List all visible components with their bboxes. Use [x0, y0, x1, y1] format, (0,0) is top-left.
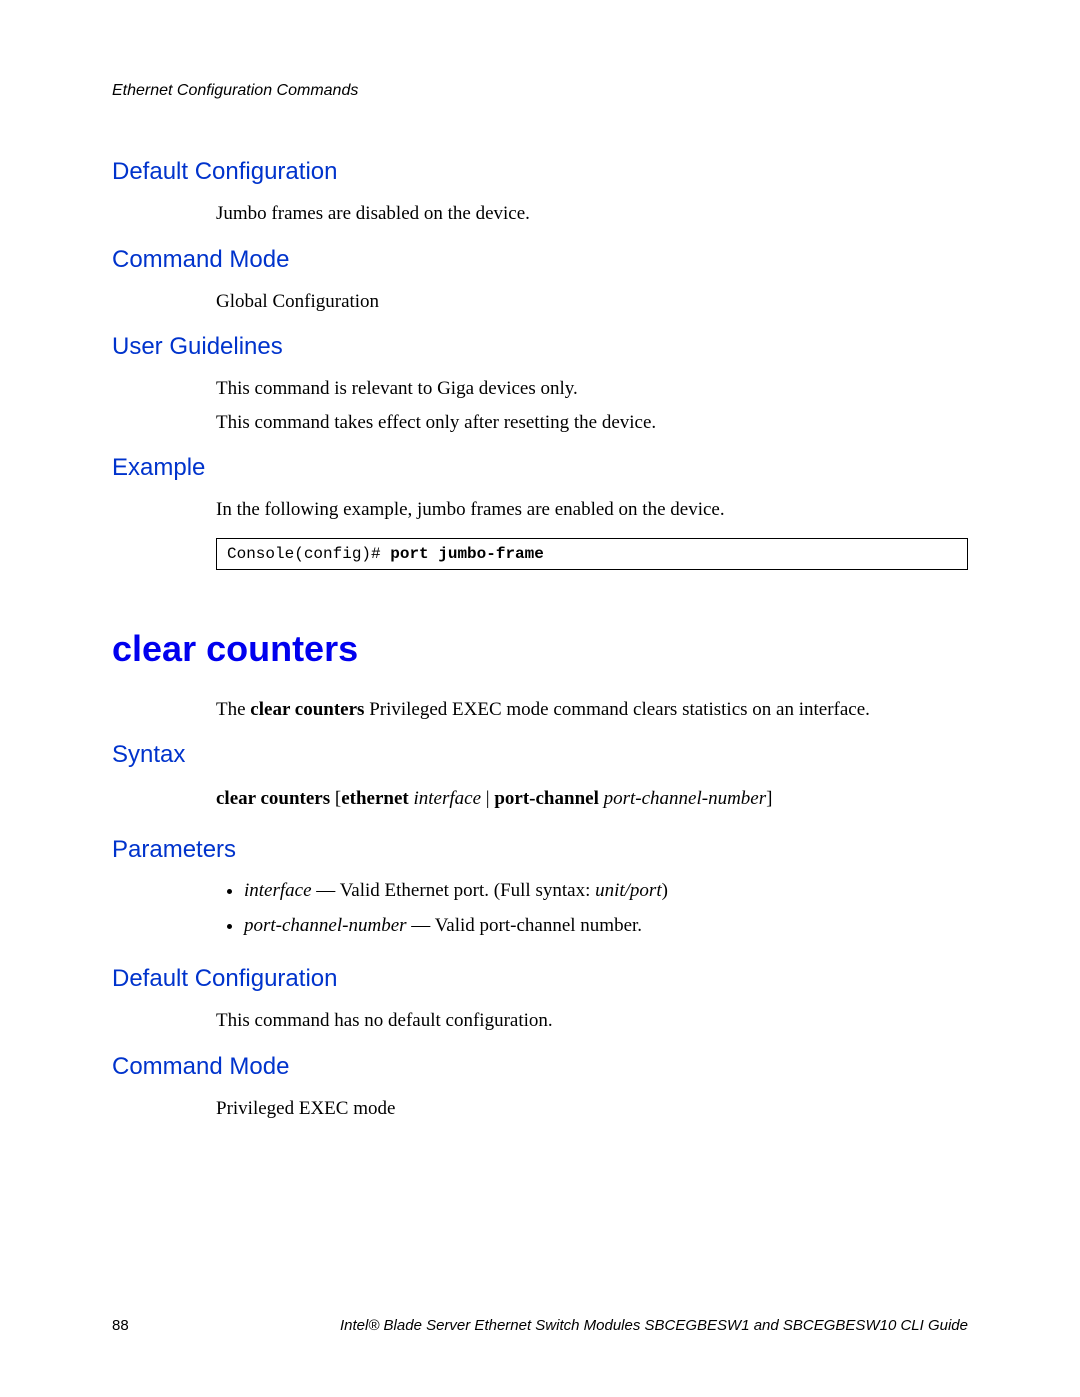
- heading-command-mode-1: Command Mode: [112, 246, 968, 274]
- heading-default-config-2: Default Configuration: [112, 965, 968, 993]
- body-default-config-2: This command has no default configuratio…: [216, 1007, 968, 1035]
- heading-command-mode-2: Command Mode: [112, 1053, 968, 1081]
- body-user-guidelines-1: This command is relevant to Giga devices…: [216, 375, 968, 403]
- body-default-config-1: Jumbo frames are disabled on the device.: [216, 200, 968, 228]
- page-container: Ethernet Configuration Commands Default …: [0, 0, 1080, 1397]
- body-command-mode-2: Privileged EXEC mode: [216, 1095, 968, 1123]
- body-example: In the following example, jumbo frames a…: [216, 496, 968, 524]
- syn-b3: port-channel: [494, 788, 603, 809]
- page-header: Ethernet Configuration Commands: [112, 82, 968, 100]
- heading-default-config-1: Default Configuration: [112, 158, 968, 186]
- heading-example: Example: [112, 454, 968, 482]
- content-area: Default Configuration Jumbo frames are d…: [112, 140, 968, 1137]
- param2-text: — Valid port-channel number.: [407, 915, 643, 936]
- code-prompt: Console(config)#: [227, 545, 390, 563]
- syn-i1: interface: [414, 788, 482, 809]
- page-number: 88: [112, 1317, 129, 1334]
- body-command-mode-1: Global Configuration: [216, 288, 968, 316]
- code-command: port jumbo-frame: [390, 545, 544, 563]
- param-item-1: interface — Valid Ethernet port. (Full s…: [244, 878, 968, 905]
- param2-name: port-channel-number: [244, 915, 407, 936]
- intro-post: Privileged EXEC mode command clears stat…: [364, 699, 869, 720]
- param1-text2: ): [662, 880, 668, 901]
- footer-title: Intel® Blade Server Ethernet Switch Modu…: [340, 1317, 968, 1334]
- body-user-guidelines-2: This command takes effect only after res…: [216, 409, 968, 437]
- parameters-list: interface — Valid Ethernet port. (Full s…: [216, 878, 968, 939]
- param1-name2: unit/port: [595, 880, 662, 901]
- param1-name: interface: [244, 880, 312, 901]
- param-item-2: port-channel-number — Valid port-channel…: [244, 913, 968, 940]
- command-intro: The clear counters Privileged EXEC mode …: [216, 696, 968, 724]
- syn-b1: clear counters: [216, 788, 335, 809]
- intro-pre: The: [216, 699, 250, 720]
- heading-syntax: Syntax: [112, 741, 968, 769]
- command-title: clear counters: [112, 628, 968, 670]
- syn-i2: port-channel-number: [604, 788, 767, 809]
- syn-b2: ethernet: [341, 788, 413, 809]
- page-footer: 88 Intel® Blade Server Ethernet Switch M…: [112, 1317, 968, 1335]
- syn-t3: ]: [766, 788, 772, 809]
- intro-bold: clear counters: [250, 699, 364, 720]
- syntax-line: clear counters [ethernet interface | por…: [216, 788, 968, 810]
- syn-t2: |: [481, 788, 494, 809]
- param1-text: — Valid Ethernet port. (Full syntax:: [312, 880, 596, 901]
- heading-user-guidelines: User Guidelines: [112, 333, 968, 361]
- heading-parameters: Parameters: [112, 836, 968, 864]
- code-example: Console(config)# port jumbo-frame: [216, 538, 968, 570]
- chapter-title: Ethernet Configuration Commands: [112, 82, 358, 99]
